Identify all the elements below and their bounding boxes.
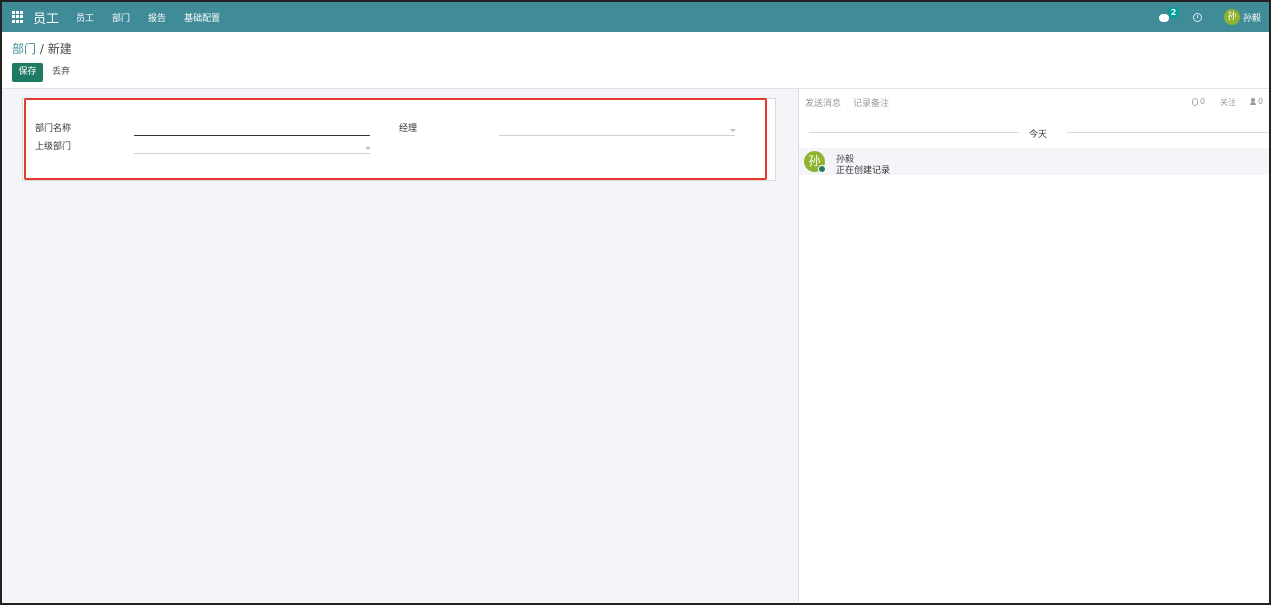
menu-item-configuration[interactable]: 基础配置 xyxy=(184,11,220,24)
discard-button[interactable]: 丢弃 xyxy=(52,63,70,82)
followers-count: 0 xyxy=(1258,97,1264,106)
menu-item-employees[interactable]: 员工 xyxy=(76,11,94,24)
online-status-icon xyxy=(818,165,826,173)
top-navbar: 员工 员工 部门 报告 基础配置 2 孙 孙毅 xyxy=(2,2,1269,32)
menu-item-reports[interactable]: 报告 xyxy=(148,11,166,24)
followers-button[interactable]: 0 xyxy=(1250,97,1263,106)
person-icon xyxy=(1250,98,1256,105)
attachments-count: 0 xyxy=(1200,97,1206,106)
chatter-panel: 发送消息 记录备注 0 关注 0 今天 孙 孙毅 正在创建记录 xyxy=(798,88,1271,603)
highlight-box xyxy=(24,98,767,180)
message-body: 正在创建记录 xyxy=(836,166,891,176)
save-button[interactable]: 保存 xyxy=(12,63,43,82)
main-menu: 员工 部门 报告 基础配置 xyxy=(76,11,238,24)
day-separator: 今天 xyxy=(809,127,1271,140)
paperclip-icon xyxy=(1192,97,1198,106)
user-name[interactable]: 孙毅 xyxy=(1243,11,1261,24)
separator-line xyxy=(809,132,1019,133)
activity-clock-icon[interactable] xyxy=(1192,12,1202,22)
breadcrumb-separator: / xyxy=(36,42,48,56)
app-title[interactable]: 员工 xyxy=(33,8,59,27)
chat-bubble-icon xyxy=(1158,14,1169,22)
menu-item-departments[interactable]: 部门 xyxy=(112,11,130,24)
messaging-menu[interactable]: 2 xyxy=(1158,7,1179,23)
day-label: 今天 xyxy=(1029,130,1048,140)
follow-button[interactable]: 关注 xyxy=(1220,97,1236,108)
user-avatar[interactable]: 孙 xyxy=(1223,9,1240,25)
log-note-button[interactable]: 记录备注 xyxy=(853,96,889,109)
breadcrumb-parent[interactable]: 部门 xyxy=(12,42,36,56)
separator-line xyxy=(1067,132,1271,133)
breadcrumb: 部门 / 新建 xyxy=(12,40,72,57)
attachments-button[interactable]: 0 xyxy=(1192,97,1205,106)
send-message-button[interactable]: 发送消息 xyxy=(805,96,841,109)
apps-grid-icon[interactable] xyxy=(12,11,24,23)
message-count-badge: 2 xyxy=(1167,7,1179,18)
breadcrumb-current: 新建 xyxy=(47,42,72,56)
chatter-message: 孙 孙毅 正在创建记录 xyxy=(799,148,1270,176)
navbar-systray: 2 孙 孙毅 xyxy=(1158,2,1269,32)
